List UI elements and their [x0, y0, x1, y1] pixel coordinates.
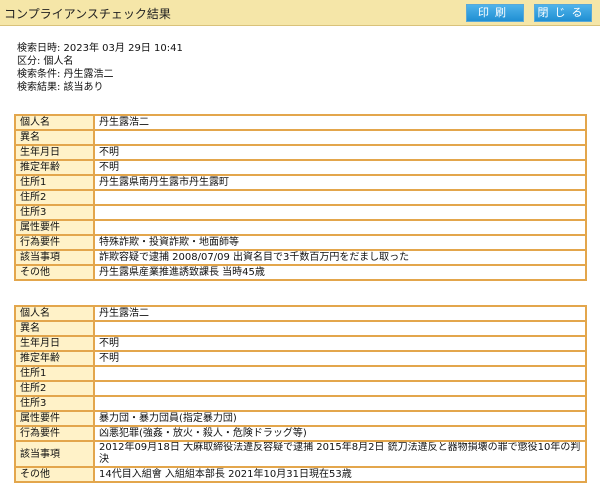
- table-row: 住所2: [14, 380, 587, 397]
- search-category: 区分: 個人名: [17, 56, 74, 67]
- address2-value: [93, 380, 587, 397]
- address1-value: 丹生露県南丹生露市丹生露町: [93, 174, 587, 191]
- age-value: 不明: [93, 159, 587, 176]
- table-row: 該当事項 2012年09月18日 大麻取締役法違反容疑で逮捕 2015年8月2日…: [14, 440, 587, 468]
- window-title: コンプライアンスチェック結果: [4, 7, 171, 21]
- address3-value: [93, 395, 587, 412]
- table-row: 個人名 丹生露浩二: [14, 114, 587, 131]
- address2-label: 住所2: [14, 189, 95, 206]
- search-condition: 検索条件: 丹生露浩二: [17, 69, 114, 80]
- title-bar: コンプライアンスチェック結果 印刷 閉じる: [0, 0, 600, 26]
- table-row: 異名: [14, 129, 587, 146]
- attribute-value: 暴力団・暴力団員(指定暴力団): [93, 410, 587, 427]
- name-value: 丹生露浩二: [93, 305, 587, 322]
- address3-label: 住所3: [14, 395, 95, 412]
- table-row: 生年月日 不明: [14, 144, 587, 161]
- table-row: 属性要件 暴力団・暴力団員(指定暴力団): [14, 410, 587, 427]
- table-row: 個人名 丹生露浩二: [14, 305, 587, 322]
- matter-label: 該当事項: [14, 440, 95, 468]
- search-datetime: 検索日時: 2023年 03月 29日 10:41: [17, 43, 183, 54]
- table-row: 住所1 丹生露県南丹生露市丹生露町: [14, 174, 587, 191]
- alias-value: [93, 129, 587, 146]
- attribute-label: 属性要件: [14, 219, 95, 236]
- name-value: 丹生露浩二: [93, 114, 587, 131]
- address3-value: [93, 204, 587, 221]
- table-row: 住所2: [14, 189, 587, 206]
- matter-value: 2012年09月18日 大麻取締役法違反容疑で逮捕 2015年8月2日 銃刀法違…: [93, 440, 587, 468]
- address3-label: 住所3: [14, 204, 95, 221]
- age-value: 不明: [93, 350, 587, 367]
- table-row: 該当事項 詐欺容疑で逮捕 2008/07/09 出資名目で3千数百万円をだまし取…: [14, 249, 587, 266]
- alias-value: [93, 320, 587, 337]
- matter-label: 該当事項: [14, 249, 95, 266]
- address1-label: 住所1: [14, 174, 95, 191]
- table-row: 推定年齢 不明: [14, 159, 587, 176]
- dob-value: 不明: [93, 335, 587, 352]
- age-label: 推定年齢: [14, 159, 95, 176]
- table-row: 住所1: [14, 365, 587, 382]
- name-label: 個人名: [14, 305, 95, 322]
- address2-label: 住所2: [14, 380, 95, 397]
- dob-label: 生年月日: [14, 144, 95, 161]
- table-row: 属性要件: [14, 219, 587, 236]
- result-record-1: 個人名 丹生露浩二 異名 生年月日 不明 推定年齢 不明 住所1 丹生露県南丹生…: [14, 114, 587, 281]
- search-result: 検索結果: 該当あり: [17, 82, 104, 93]
- table-row: 生年月日 不明: [14, 335, 587, 352]
- table-row: 住所3: [14, 204, 587, 221]
- address1-value: [93, 365, 587, 382]
- table-row: 異名: [14, 320, 587, 337]
- attribute-label: 属性要件: [14, 410, 95, 427]
- other-label: その他: [14, 466, 95, 483]
- dob-label: 生年月日: [14, 335, 95, 352]
- table-row: 行為要件 凶悪犯罪(強姦・放火・殺人・危険ドラッグ等): [14, 425, 587, 442]
- conduct-value: 特殊詐欺・投資詐欺・地面師等: [93, 234, 587, 251]
- name-label: 個人名: [14, 114, 95, 131]
- conduct-value: 凶悪犯罪(強姦・放火・殺人・危険ドラッグ等): [93, 425, 587, 442]
- close-button[interactable]: 閉じる: [534, 4, 592, 22]
- alias-label: 異名: [14, 129, 95, 146]
- address2-value: [93, 189, 587, 206]
- table-row: 行為要件 特殊詐欺・投資詐欺・地面師等: [14, 234, 587, 251]
- matter-value: 詐欺容疑で逮捕 2008/07/09 出資名目で3千数百万円をだまし取った: [93, 249, 587, 266]
- attribute-value: [93, 219, 587, 236]
- age-label: 推定年齢: [14, 350, 95, 367]
- table-row: その他 14代目入組會 入組組本部長 2021年10月31日現在53歳: [14, 466, 587, 483]
- conduct-label: 行為要件: [14, 234, 95, 251]
- result-record-2: 個人名 丹生露浩二 異名 生年月日 不明 推定年齢 不明 住所1 住所2 住所3…: [14, 305, 587, 483]
- dob-value: 不明: [93, 144, 587, 161]
- print-button[interactable]: 印刷: [466, 4, 524, 22]
- conduct-label: 行為要件: [14, 425, 95, 442]
- address1-label: 住所1: [14, 365, 95, 382]
- other-label: その他: [14, 264, 95, 281]
- other-value: 丹生露県産業推進誘致課長 当時45歳: [93, 264, 587, 281]
- table-row: 住所3: [14, 395, 587, 412]
- search-info: 検索日時: 2023年 03月 29日 10:41 区分: 個人名 検索条件: …: [17, 42, 183, 94]
- table-row: その他 丹生露県産業推進誘致課長 当時45歳: [14, 264, 587, 281]
- table-row: 推定年齢 不明: [14, 350, 587, 367]
- alias-label: 異名: [14, 320, 95, 337]
- other-value: 14代目入組會 入組組本部長 2021年10月31日現在53歳: [93, 466, 587, 483]
